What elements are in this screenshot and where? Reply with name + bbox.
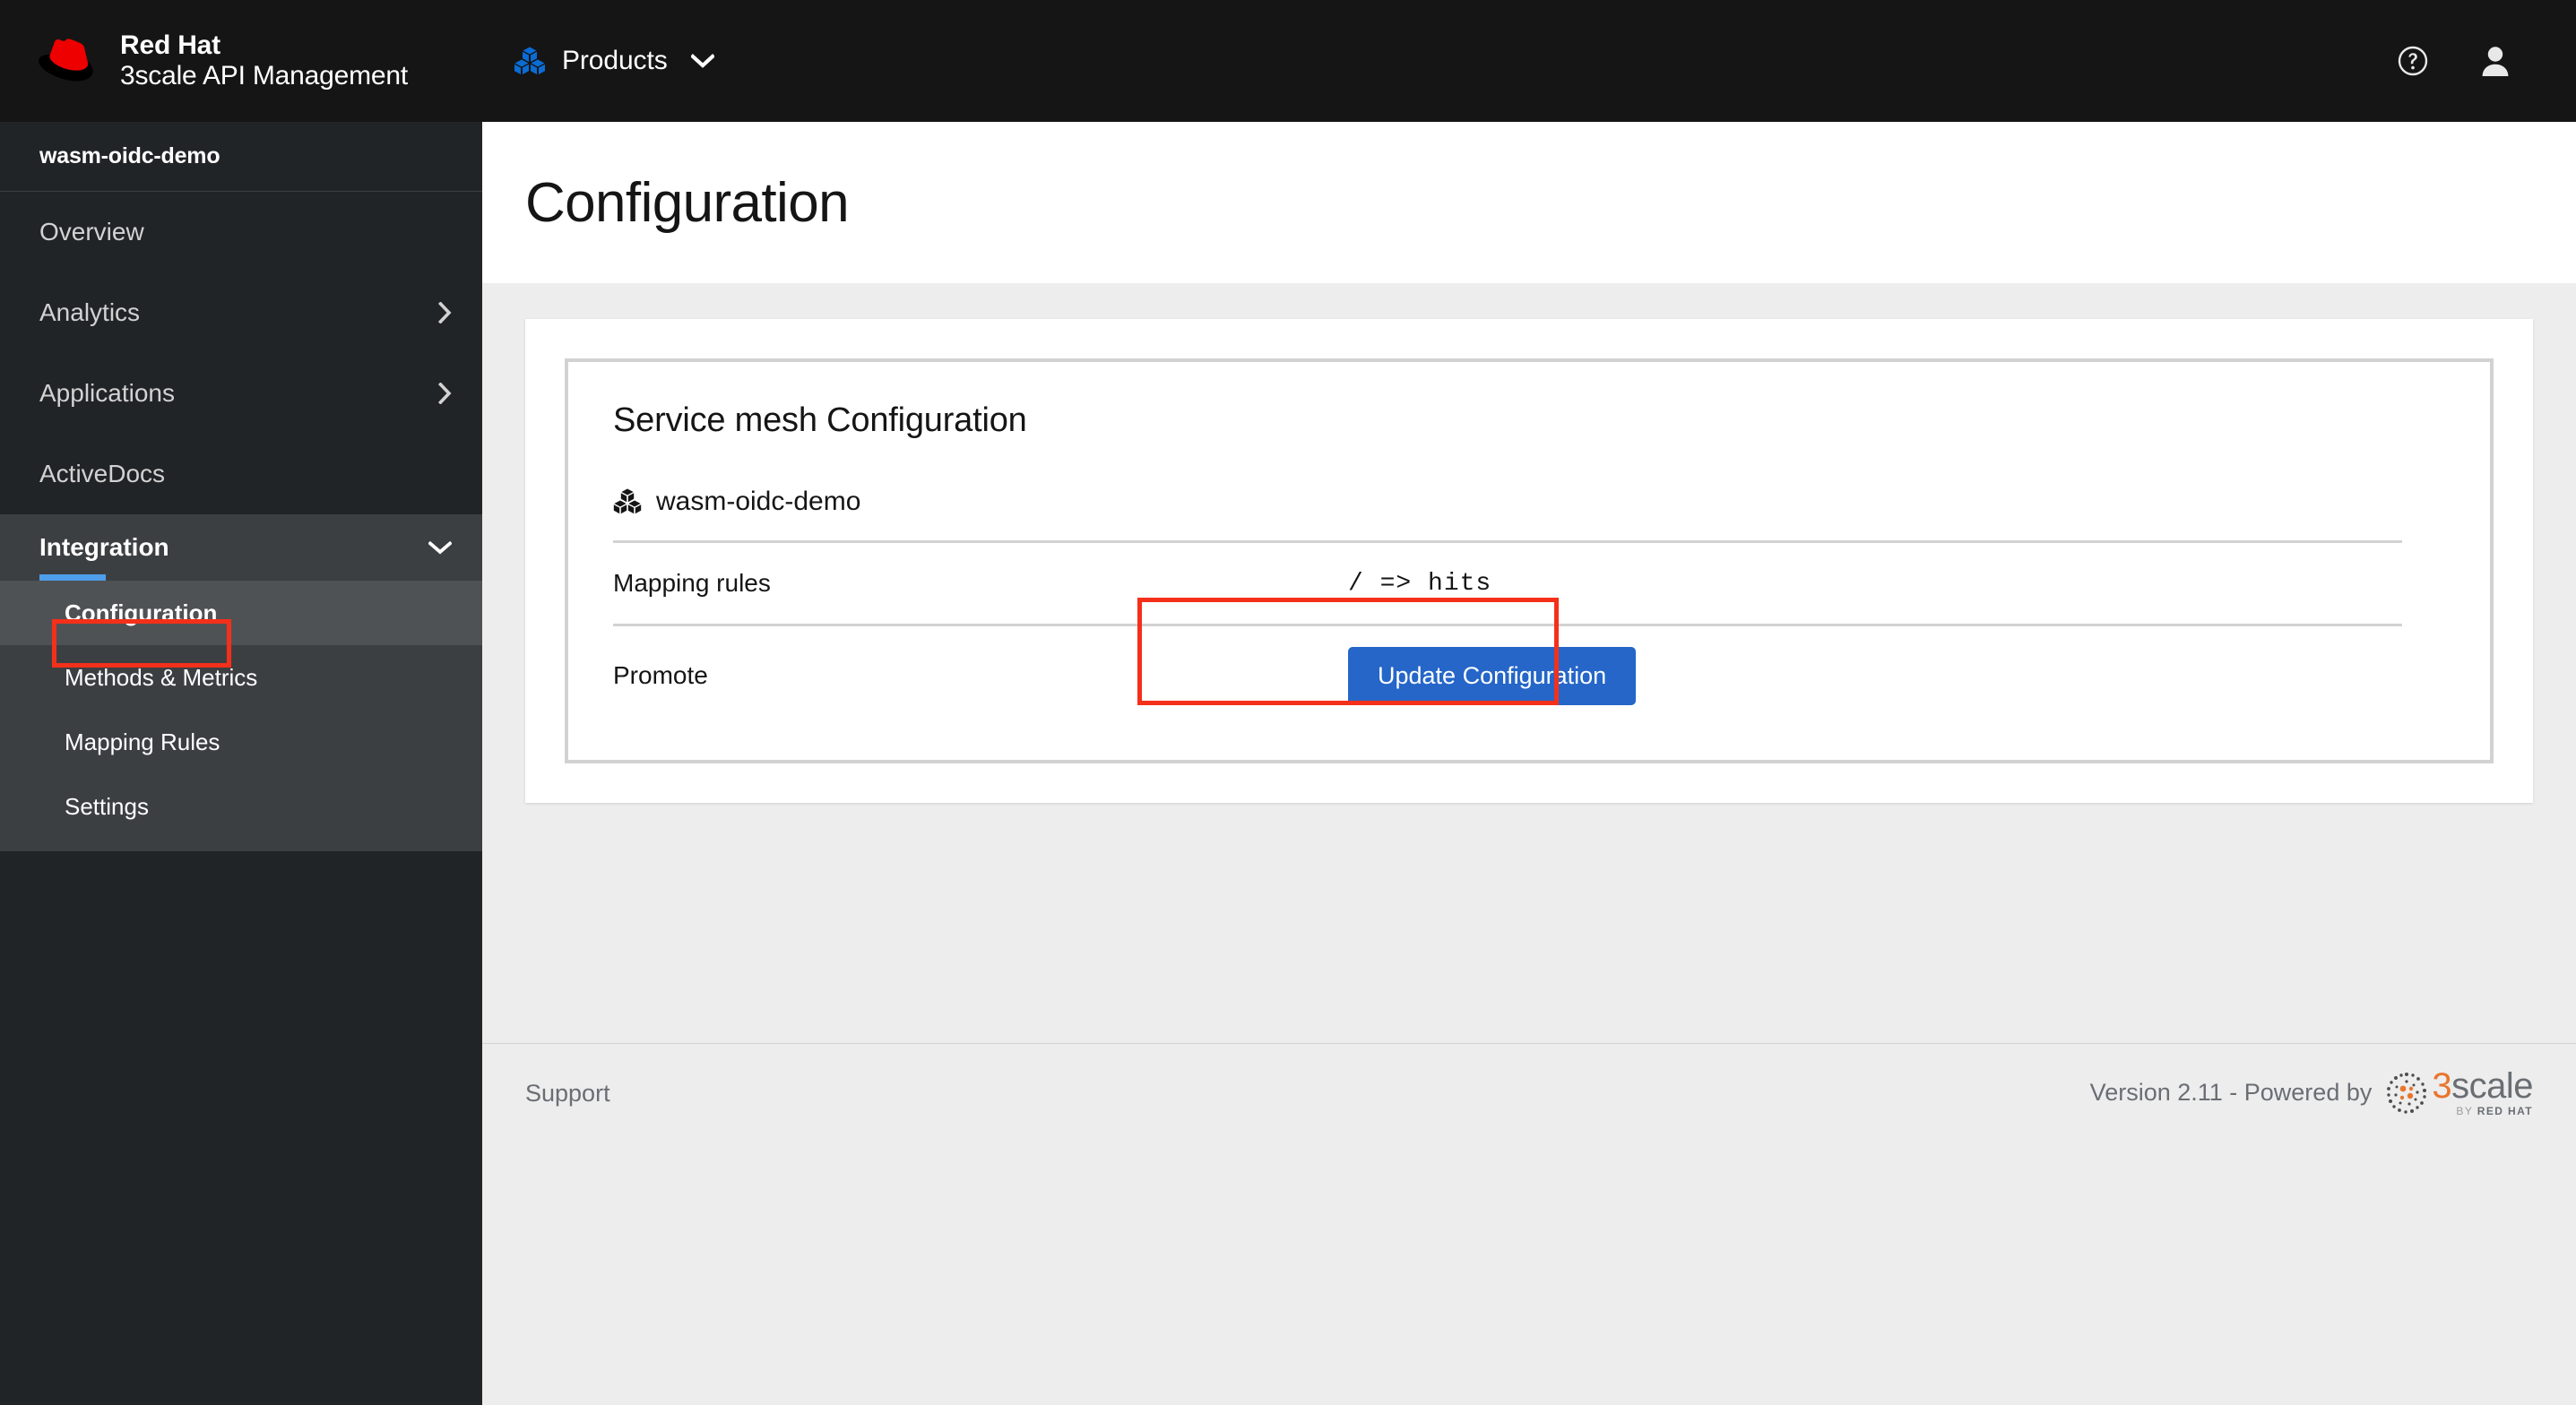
cubes-icon (613, 488, 642, 514)
mapping-rules-row: Mapping rules / => hits (613, 543, 2402, 626)
sidebar-item-label: Overview (39, 218, 144, 246)
products-label: Products (562, 46, 668, 75)
promote-label: Promote (613, 661, 708, 689)
sidebar: wasm-oidc-demo Overview Analytics Applic… (0, 122, 482, 1405)
user-account-button[interactable] (2454, 20, 2537, 102)
footer: Support Version 2.11 - Powered by 3scale… (482, 1043, 2576, 1405)
dotted-circle-icon (2387, 1072, 2427, 1114)
support-link[interactable]: Support (525, 1080, 610, 1108)
service-mesh-panel: Service mesh Configuration wasm-oidc-dem… (565, 358, 2494, 763)
sidebar-item-analytics[interactable]: Analytics (0, 272, 482, 353)
sidebar-item-label: ActiveDocs (39, 460, 166, 487)
page-title: Configuration (525, 171, 850, 234)
configuration-card: Service mesh Configuration wasm-oidc-dem… (525, 319, 2533, 803)
version-text: Version 2.11 - Powered by (2089, 1079, 2373, 1107)
active-accent-bar (39, 574, 106, 581)
cubes-icon (514, 47, 545, 74)
threescale-logo-scale: scale (2451, 1065, 2533, 1106)
panel-title: Service mesh Configuration (613, 401, 1027, 439)
sidebar-item-methods-metrics[interactable]: Methods & Metrics (0, 645, 482, 710)
sidebar-item-label: Applications (39, 379, 175, 407)
help-circle-icon (2398, 46, 2428, 76)
brand-logo-group[interactable]: Red Hat 3scale API Management (38, 0, 408, 122)
red-hat-fedora-logo-icon (39, 39, 93, 82)
sidebar-product-name: wasm-oidc-demo (39, 143, 220, 168)
sidebar-subitem-label: Methods & Metrics (65, 663, 258, 691)
threescale-logo: 3scale BY RED HAT (2384, 1065, 2533, 1117)
threescale-wordmark-top: 3scale (2432, 1065, 2533, 1106)
sidebar-item-configuration[interactable]: Configuration (0, 581, 482, 645)
chevron-down-icon (428, 540, 452, 555)
chevron-down-icon (690, 54, 714, 68)
sidebar-item-activedocs[interactable]: ActiveDocs (0, 434, 482, 514)
threescale-wordmark: 3scale BY RED HAT (2432, 1065, 2533, 1117)
version-block: Version 2.11 - Powered by 3scale BY RED … (2089, 1065, 2534, 1117)
sidebar-item-label: Integration (39, 533, 169, 561)
help-button[interactable] (2372, 20, 2454, 102)
footer-inner: Support Version 2.11 - Powered by 3scale… (482, 1044, 2576, 1142)
threescale-logo-3: 3 (2432, 1065, 2452, 1106)
update-configuration-button[interactable]: Update Configuration (1348, 646, 1637, 705)
sidebar-subnav-integration: Configuration Methods & Metrics Mapping … (0, 581, 482, 851)
sidebar-item-integration[interactable]: Integration (0, 514, 482, 581)
mapping-rules-value: / => hits (1348, 569, 1492, 598)
sidebar-item-settings[interactable]: Settings (0, 774, 482, 839)
mapping-rules-label: Mapping rules (613, 569, 771, 597)
masthead-actions (2372, 0, 2576, 122)
promote-row: Promote Update Configuration (613, 626, 2402, 725)
brand-line-product: 3scale API Management (120, 61, 408, 91)
user-avatar-icon (2482, 47, 2509, 76)
page-header: Configuration (482, 122, 2576, 283)
threescale-logo-redhat: RED HAT (2477, 1105, 2533, 1118)
brand-text: Red Hat 3scale API Management (120, 30, 408, 92)
brand-line-red-hat: Red Hat (120, 30, 220, 60)
service-identity-row: wasm-oidc-demo (613, 440, 2402, 543)
threescale-wordmark-bottom: BY RED HAT (2432, 1105, 2533, 1117)
sidebar-item-mapping-rules[interactable]: Mapping Rules (0, 710, 482, 774)
threescale-logo-by: BY (2456, 1105, 2477, 1118)
sidebar-subitem-label: Settings (65, 792, 149, 820)
sidebar-item-applications[interactable]: Applications (0, 353, 482, 434)
sidebar-item-label: Analytics (39, 298, 141, 326)
chevron-right-icon (438, 302, 452, 323)
sidebar-subitem-label: Mapping Rules (65, 728, 220, 755)
chevron-right-icon (438, 383, 452, 404)
content-area: Service mesh Configuration wasm-oidc-dem… (482, 283, 2576, 1168)
sidebar-subitem-label: Configuration (65, 599, 218, 626)
sidebar-item-overview[interactable]: Overview (0, 192, 482, 272)
products-menu-button[interactable]: Products (514, 0, 714, 122)
sidebar-product-header: wasm-oidc-demo (0, 122, 482, 192)
masthead: Red Hat 3scale API Management Products (0, 0, 2576, 122)
promote-action-cell: Update Configuration (1348, 646, 1637, 705)
service-name: wasm-oidc-demo (656, 487, 861, 516)
